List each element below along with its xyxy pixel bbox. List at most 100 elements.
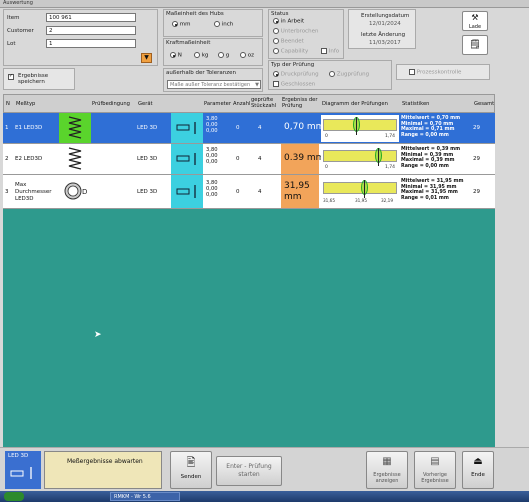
row-name: E2 LED3D (15, 156, 43, 162)
diameter-icon: D (59, 175, 91, 208)
force-g-option[interactable]: g (218, 52, 229, 59)
force-kg-option[interactable]: kg (194, 52, 208, 59)
wrench-icon: ⚒ (471, 13, 479, 22)
test-type-panel: Typ der Prüfung Druckprüfung Zugprüfung … (268, 60, 392, 90)
dropdown-arrow-icon[interactable]: ▼ (141, 53, 152, 63)
changed-value: 11/03/2017 (369, 40, 401, 46)
col-count: Anzahl (233, 101, 251, 107)
row-device: LED 3D (137, 156, 158, 162)
lot-field[interactable]: 1 (46, 39, 136, 48)
table-row[interactable]: 2 E2 LED3D LED 3D 3,80 0,00 0,00 0 4 0.39 … (3, 144, 495, 175)
send-button[interactable]: 🖹 Senden (170, 451, 212, 489)
status-capability-option[interactable]: Capability (273, 48, 308, 55)
item-field[interactable]: 100 961 (46, 13, 136, 22)
row-tested: 4 (258, 189, 262, 195)
col-total: Gesamt (474, 101, 495, 107)
device-tag-panel: LED 3D (5, 451, 41, 489)
row-count: 0 (236, 125, 240, 131)
changed-label: letzte Änderung (361, 32, 406, 38)
col-diagram: Diagramm der Prüfungen (322, 101, 388, 107)
col-device: Gerät (138, 101, 153, 107)
start-button[interactable] (4, 492, 24, 501)
axis-min: 0 (325, 165, 328, 170)
col-params: Parameter (204, 101, 231, 107)
created-label: Erstellungsdatum (361, 13, 410, 19)
taskbar-item[interactable]: RMKM - Wr 5.6 (110, 492, 180, 501)
window-title: Auswertung (3, 0, 33, 6)
row-result: 31,95 mm (284, 181, 310, 202)
row-name: E1 LED3D (15, 125, 43, 131)
row-tested: 4 (258, 125, 262, 131)
test-pressure-option[interactable]: Druckprüfung (273, 71, 319, 78)
notes-icon: 🗒 (469, 40, 481, 50)
row-result: 0,70 mm (284, 122, 325, 132)
tolerance-select[interactable]: Maße außer Toleranz bestätigen ▼ (167, 80, 261, 89)
row-params: 3,80 0,00 0,00 (206, 147, 218, 165)
end-button[interactable]: ⏏ Ende (462, 451, 494, 489)
force-unit-title: Kraftmaßeinheit (166, 40, 211, 46)
mouse-cursor-icon: ➤ (94, 330, 102, 340)
row-diagram: 31,65 31,95 32,19 (321, 177, 399, 206)
load-button[interactable]: ⚒ Lade (462, 11, 488, 31)
probe-icon (171, 113, 203, 143)
row-total: 29 (473, 189, 480, 195)
taskbar: RMKM - Wr 5.6 (0, 491, 529, 502)
empty-table-area (3, 209, 495, 447)
force-oz-option[interactable]: oz (240, 52, 254, 59)
exit-icon: ⏏ (473, 456, 483, 467)
table-row[interactable]: 3 Max Durchmesser LED3D D LED 3D 3,80 0,0… (3, 175, 495, 209)
probe-icon (171, 144, 203, 174)
tolerance-title: außerhalb der Toleranzen (166, 70, 236, 76)
bottom-bar: LED 3D Meßergebnisse abwarten 🖹 Senden E… (0, 447, 529, 491)
status-interrupted-option[interactable]: Unterbrochen (273, 28, 318, 35)
svg-text:D: D (82, 188, 87, 196)
table-row[interactable]: 1 E1 LED3D LED 3D 3,80 0,00 0,00 0 4 0,70 … (3, 113, 495, 144)
row-result: 0.39 mm (284, 153, 325, 163)
row-device: LED 3D (137, 125, 158, 131)
hub-mm-option[interactable]: mm (172, 21, 190, 28)
axis-min: 31,65 (323, 198, 335, 203)
save-results-label: Ergebnisse speichern (18, 73, 49, 85)
col-condition: Prüfbedingung (92, 101, 130, 107)
hub-unit-panel: Maßeinheit des Hubs mm inch (163, 9, 263, 37)
previous-results-button[interactable]: ▤ Vorherige Ergebnisse (414, 451, 456, 489)
process-control-checkbox[interactable]: Prozesskontrolle (409, 69, 461, 76)
created-value: 12/01/2024 (369, 21, 401, 27)
save-results-checkbox[interactable] (8, 74, 14, 81)
probe-icon (171, 175, 203, 208)
device-tag: LED 3D (8, 453, 29, 459)
test-closed-checkbox[interactable]: Geschlossen (273, 81, 315, 88)
force-unit-panel: Kraftmaßeinheit N kg g oz (163, 38, 263, 66)
start-test-button[interactable]: Enter - Prüfung starten (216, 456, 282, 486)
axis-max: 32,19 (381, 198, 393, 203)
col-n: N (6, 101, 10, 107)
row-diagram: 0 1,74 (321, 146, 399, 173)
col-tested: geprüfte Stückzahl (251, 97, 277, 109)
row-stats: Mittelwert = 0,70 mm Minimal = 0,70 mm Max… (401, 116, 461, 138)
status-title: Status (271, 11, 289, 17)
col-stats: Statistiken (402, 101, 430, 107)
customer-field[interactable]: 2 (46, 26, 136, 35)
status-active-option[interactable]: in Arbeit (273, 18, 304, 25)
status-info-checkbox[interactable]: Info (321, 48, 339, 55)
row-stats: Mittelwert = 0,39 mm Minimal = 0,39 mm Max… (401, 147, 461, 169)
row-stats: Mittelwert = 31,95 mm Minimal = 31,95 mm M… (401, 179, 464, 201)
test-type-title: Typ der Prüfung (271, 62, 315, 68)
row-count: 0 (236, 189, 240, 195)
force-n-option[interactable]: N (170, 52, 182, 59)
axis-min: 0 (325, 134, 328, 139)
main-window: Auswertung Item 100 961 Customer 2 Lot 1… (0, 0, 529, 502)
axis-mid: 31,95 (355, 198, 367, 203)
row-count: 0 (236, 156, 240, 162)
axis-max: 1,74 (385, 165, 396, 170)
row-diagram: 0 1,74 (321, 115, 399, 142)
row-params: 3,80 0,00 0,00 (206, 116, 218, 134)
status-finished-option[interactable]: Beendet (273, 38, 304, 45)
tolerance-panel: außerhalb der Toleranzen Maße außer Tole… (163, 68, 263, 92)
notes-button[interactable]: 🗒 (462, 35, 488, 55)
row-total: 29 (473, 125, 480, 131)
show-results-button[interactable]: ▦ Ergebnisse anzeigen (366, 451, 408, 489)
hub-inch-option[interactable]: inch (214, 21, 233, 28)
test-tension-option[interactable]: Zugprüfung (329, 71, 369, 78)
dates-panel: Erstellungsdatum 12/01/2024 letzte Änder… (348, 9, 416, 49)
